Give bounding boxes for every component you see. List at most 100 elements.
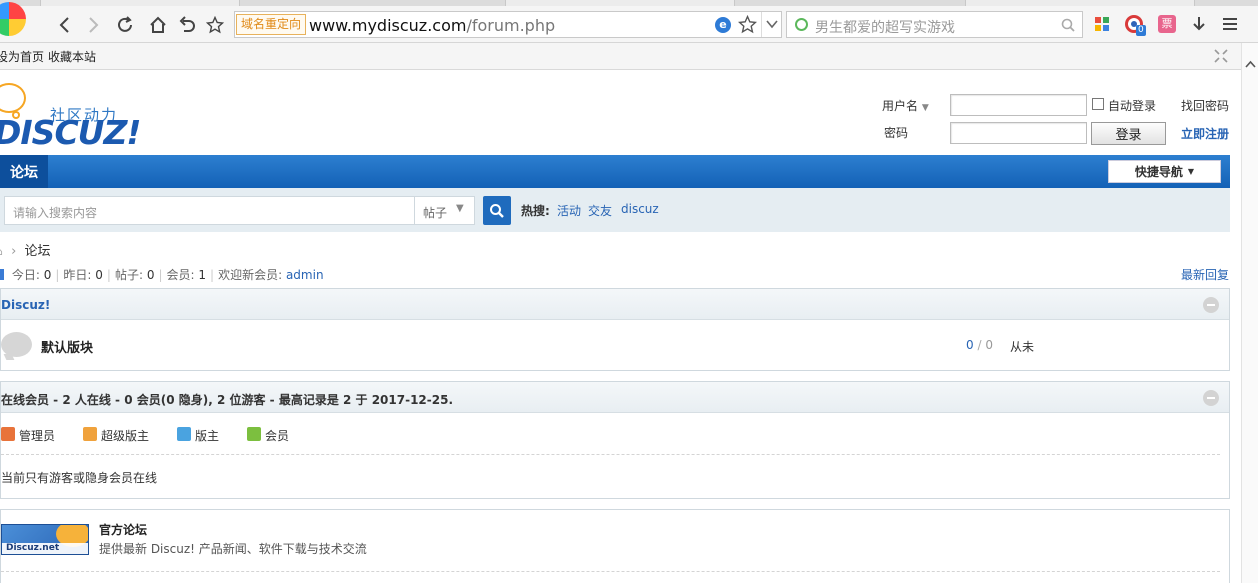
forum-thread-count: 0: [966, 338, 974, 352]
password-label: 密码: [884, 126, 909, 140]
hot-search-label: 热搜:: [521, 204, 550, 218]
caret-down-icon: ▼: [1187, 167, 1195, 176]
search-button[interactable]: [483, 196, 511, 225]
category-title[interactable]: Discuz!: [1, 298, 50, 312]
friend-links: Discuz.net 官方论坛 提供最新 Discuz! 产品新闻、软件下载与技…: [0, 509, 1230, 583]
search-placeholder: 请输入搜索内容: [13, 206, 98, 220]
link-description: 提供最新 Discuz! 产品新闻、软件下载与技术交流: [99, 542, 367, 556]
breadcrumb-current[interactable]: 论坛: [24, 244, 50, 259]
redirect-badge: 域名重定向: [236, 14, 307, 35]
menu-icon[interactable]: [1220, 14, 1240, 34]
moderator-user-icon: [177, 427, 191, 441]
login-button[interactable]: 登录: [1091, 122, 1166, 145]
search-area: 请输入搜索内容 帖子 ▼ 热搜: 活动 交友 discuz: [0, 188, 1230, 232]
register-link[interactable]: 立即注册: [1181, 125, 1229, 142]
search-engine-icon: [795, 18, 808, 31]
address-bar[interactable]: 域名重定向 www.mydiscuz.com/forum.php e: [234, 11, 782, 38]
admin-user-icon: [1, 427, 15, 441]
password-input[interactable]: [950, 122, 1087, 144]
stats-members: 1: [198, 268, 207, 282]
forgot-password-link[interactable]: 找回密码: [1181, 97, 1229, 114]
category-header: Discuz!: [1, 289, 1229, 320]
forum-last-post: 从未: [1010, 340, 1035, 354]
forward-icon[interactable]: [83, 14, 105, 36]
reload-icon[interactable]: [114, 14, 136, 36]
browser-toolbar: 域名重定向 www.mydiscuz.com/forum.php e 男生都爱的…: [0, 0, 1258, 43]
hot-link[interactable]: 活动: [557, 202, 581, 219]
chevron-down-icon[interactable]: [766, 18, 778, 33]
link-title[interactable]: 官方论坛: [99, 521, 147, 538]
latest-reply-link[interactable]: 最新回复: [1181, 266, 1229, 283]
online-members: 在线会员 - 2 人在线 - 0 会员(0 隐身), 2 位游客 - 最高记录是…: [0, 381, 1230, 499]
site-header: 社区动力 DISCUZ! 用户名 ▼ 自动登录 找回密码 密码 登录 立即注册: [0, 71, 1241, 155]
stats-icon: [0, 269, 4, 280]
back-icon[interactable]: [53, 14, 75, 36]
stats-posts: 0: [146, 268, 155, 282]
url-text[interactable]: www.mydiscuz.com/forum.php: [309, 16, 555, 35]
quick-nav-button[interactable]: 快捷导航 ▼: [1108, 160, 1221, 183]
divider: [1, 454, 1220, 455]
collapse-icon[interactable]: [1203, 297, 1219, 313]
tab-strip: [0, 0, 1258, 6]
forum-post-count: 0: [985, 338, 993, 352]
apps-grid-icon[interactable]: [1092, 14, 1112, 34]
breadcrumb-separator: ›: [11, 244, 17, 259]
browser-tab[interactable]: [505, 0, 735, 6]
logo-bubble-icon: [0, 83, 26, 113]
hot-link[interactable]: 交友: [588, 202, 612, 219]
search-icon: [490, 203, 504, 218]
bookmarks-bar: 设为首页 收藏本站: [0, 43, 1258, 70]
logo-text: DISCUZ!: [0, 113, 141, 152]
username-label[interactable]: 用户名 ▼: [882, 97, 929, 114]
member-user-icon: [247, 427, 261, 441]
stats-yesterday: 0: [95, 268, 103, 282]
search-type-value: 帖子: [423, 206, 448, 220]
home-icon[interactable]: [147, 14, 169, 36]
collapse-icon[interactable]: [1203, 390, 1219, 406]
browser-search-input[interactable]: 男生都爱的超写实游戏: [786, 11, 1083, 38]
browser-tab[interactable]: [965, 0, 1195, 6]
adblock-icon[interactable]: 0: [1124, 14, 1146, 36]
search-icon[interactable]: [1061, 18, 1075, 35]
newest-member-link[interactable]: admin: [286, 268, 324, 282]
collapse-toolbar-icon[interactable]: [1213, 48, 1229, 67]
bookmark-site-link[interactable]: 收藏本站: [48, 48, 96, 65]
discuz-net-logo[interactable]: Discuz.net: [1, 524, 89, 555]
autologin-label[interactable]: 自动登录: [1108, 97, 1156, 114]
bookmark-star-icon[interactable]: [737, 14, 758, 37]
forum-category: Discuz! 默认版块 0 / 0 从未: [0, 288, 1230, 371]
browser-logo-icon: [0, 2, 26, 36]
logo-text: Discuz.net: [6, 543, 60, 553]
page-scrollbar[interactable]: [1241, 43, 1258, 583]
caret-down-icon: ▼: [456, 203, 464, 214]
username-input[interactable]: [950, 94, 1087, 116]
online-title[interactable]: 在线会员 - 2 人在线 - 0 会员(0 隐身), 2 位游客 - 最高记录是…: [1, 391, 453, 408]
autologin-checkbox[interactable]: [1092, 98, 1104, 110]
search-type-select[interactable]: 帖子 ▼: [414, 196, 475, 225]
undo-icon[interactable]: [176, 14, 198, 36]
forum-name-link[interactable]: 默认版块: [41, 337, 93, 356]
online-empty-text: 当前只有游客或隐身会员在线: [1, 471, 158, 485]
stats-today: 0: [43, 268, 52, 282]
scroll-up-icon[interactable]: [1245, 57, 1256, 71]
breadcrumb: ⌂ › 论坛: [0, 240, 50, 259]
forum-search-input[interactable]: 请输入搜索内容: [4, 196, 415, 225]
star-icon[interactable]: [204, 14, 226, 36]
divider: [1, 571, 1220, 572]
hot-link[interactable]: discuz: [621, 202, 659, 216]
divider: [761, 12, 762, 37]
set-homepage-link[interactable]: 设为首页: [0, 48, 44, 65]
online-header: 在线会员 - 2 人在线 - 0 会员(0 隐身), 2 位游客 - 最高记录是…: [1, 382, 1229, 413]
browser-search-placeholder: 男生都爱的超写实游戏: [815, 20, 955, 36]
ie-mode-icon[interactable]: e: [715, 17, 731, 33]
browser-tab[interactable]: [40, 0, 240, 6]
forum-page: 社区动力 DISCUZ! 用户名 ▼ 自动登录 找回密码 密码 登录 立即注册 …: [0, 71, 1241, 583]
nav-item-forum[interactable]: 论坛: [0, 155, 48, 188]
main-nav: 论坛 快捷导航 ▼: [0, 155, 1230, 188]
forum-row: 默认版块 0 / 0 从未: [1, 321, 1229, 371]
badge-count: 0: [1136, 25, 1146, 36]
forum-counts: 0 / 0: [966, 338, 993, 352]
ticket-icon[interactable]: 票: [1157, 14, 1177, 34]
home-icon[interactable]: ⌂: [0, 245, 3, 258]
download-icon[interactable]: [1189, 14, 1209, 34]
